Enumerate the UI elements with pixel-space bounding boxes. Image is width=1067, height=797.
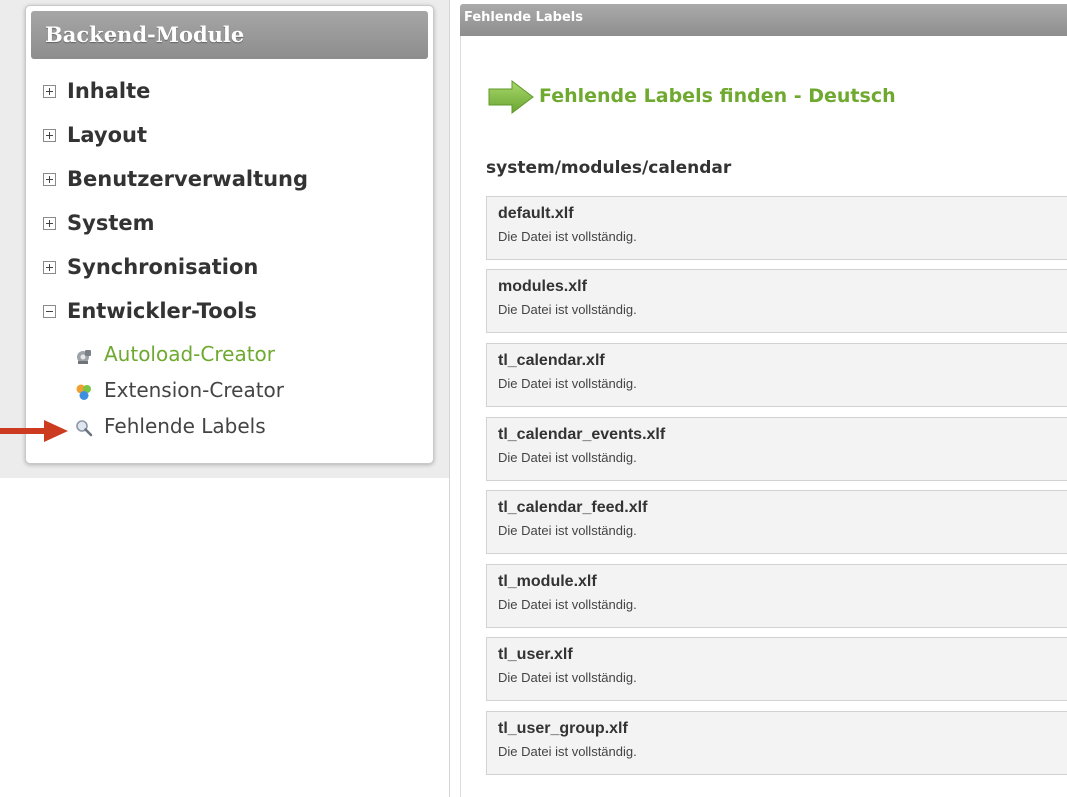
expand-icon[interactable] xyxy=(43,217,56,230)
nav-group-label: Entwickler-Tools xyxy=(67,299,257,323)
headline-text: Fehlende Labels finden - Deutsch xyxy=(539,85,896,107)
magnifier-icon xyxy=(76,420,93,437)
file-status: Die Datei ist vollständig. xyxy=(498,670,637,685)
backend-modules-panel: Backend-Module Inhalte Layout Benutzerve… xyxy=(25,5,434,464)
nav-group-label: Layout xyxy=(67,123,148,147)
nav-item-label: Fehlende Labels xyxy=(104,414,266,438)
expand-icon[interactable] xyxy=(43,261,56,274)
file-status: Die Datei ist vollständig. xyxy=(498,376,637,391)
file-card: modules.xlf Die Datei ist vollständig. xyxy=(486,269,1067,333)
file-name: tl_user.xlf xyxy=(498,646,573,663)
file-status: Die Datei ist vollständig. xyxy=(498,302,637,317)
file-card: tl_module.xlf Die Datei ist vollständig. xyxy=(486,564,1067,628)
file-name: tl_calendar_events.xlf xyxy=(498,426,666,443)
file-name: tl_calendar_feed.xlf xyxy=(498,499,648,516)
file-card: default.xlf Die Datei ist vollständig. xyxy=(486,196,1067,260)
file-name: tl_user_group.xlf xyxy=(498,720,628,737)
nav-group-label: Synchronisation xyxy=(67,255,259,279)
file-status: Die Datei ist vollständig. xyxy=(498,450,637,465)
file-name: tl_calendar.xlf xyxy=(498,352,605,369)
file-card: tl_calendar.xlf Die Datei ist vollständi… xyxy=(486,343,1067,407)
file-card: tl_user.xlf Die Datei ist vollständig. xyxy=(486,637,1067,701)
annotation-arrow-icon xyxy=(0,420,68,442)
nav-group-label: Inhalte xyxy=(67,79,151,103)
panel-divider xyxy=(449,0,450,797)
file-card: tl_calendar_feed.xlf Die Datei ist volls… xyxy=(486,490,1067,554)
file-card: tl_user_group.xlf Die Datei ist vollstän… xyxy=(486,711,1067,775)
file-name: modules.xlf xyxy=(498,278,587,295)
file-status: Die Datei ist vollständig. xyxy=(498,523,637,538)
puzzle-icon xyxy=(76,384,91,400)
collapse-icon[interactable] xyxy=(43,305,56,318)
file-status: Die Datei ist vollständig. xyxy=(498,597,637,612)
nav-group-label: Benutzerverwaltung xyxy=(67,167,309,191)
green-arrow-icon xyxy=(488,80,534,114)
nav-item-label: Extension-Creator xyxy=(104,378,285,402)
expand-icon[interactable] xyxy=(43,173,56,186)
expand-icon[interactable] xyxy=(43,85,56,98)
file-status: Die Datei ist vollständig. xyxy=(498,229,637,244)
backend-modules-title: Backend-Module xyxy=(45,22,245,47)
file-status: Die Datei ist vollständig. xyxy=(498,744,637,759)
nav-group-label: System xyxy=(67,211,155,235)
content-header-title: Fehlende Labels xyxy=(464,10,583,25)
expand-icon[interactable] xyxy=(43,129,56,142)
backend-modules-header: Backend-Module xyxy=(31,11,428,59)
file-name: tl_module.xlf xyxy=(498,573,597,590)
nav-item-label: Autoload-Creator xyxy=(104,342,276,366)
file-card: tl_calendar_events.xlf Die Datei ist vol… xyxy=(486,417,1067,481)
content-border xyxy=(460,36,461,797)
module-path: system/modules/calendar xyxy=(486,158,732,178)
file-name: default.xlf xyxy=(498,205,574,222)
content-header: Fehlende Labels xyxy=(460,4,1067,36)
gear-icon xyxy=(77,350,91,364)
